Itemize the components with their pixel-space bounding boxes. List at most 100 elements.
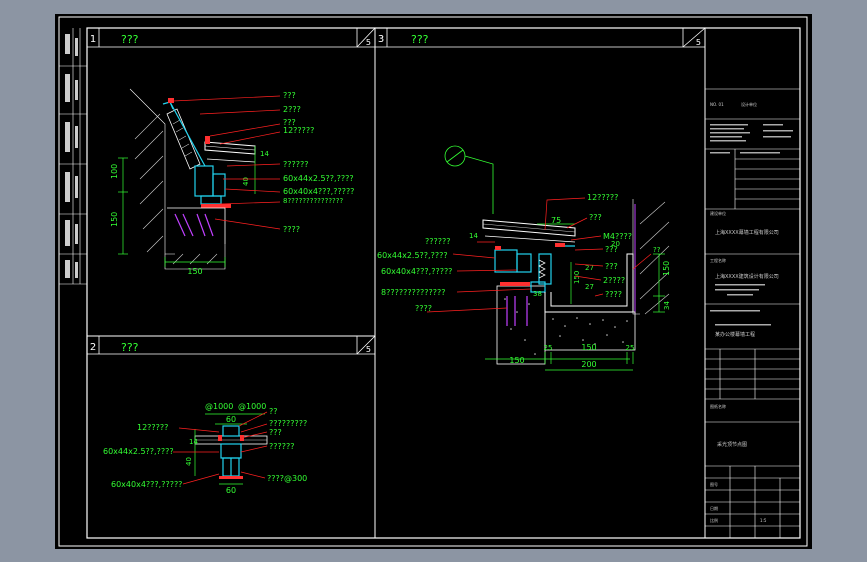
- d3-callout-r8: ??: [653, 246, 661, 254]
- d3-dim-top: 75: [551, 216, 561, 225]
- d2-callout-l3: 60x40x4???,?????: [111, 480, 182, 489]
- d1-callout-8: 8???????????????: [283, 197, 343, 205]
- d3-dim-h2: 150: [662, 261, 671, 276]
- d2-dim-top: 60: [226, 415, 236, 424]
- detail-3-anchors: [506, 296, 528, 326]
- tb-cell-owner-label: 建设单位: [710, 210, 726, 216]
- tb-cell-drawing-label: 图纸名称: [710, 403, 726, 409]
- d2-dim-gap: 14: [189, 438, 198, 446]
- panel-1-sheet-mark: 5: [366, 38, 371, 47]
- tb-cell-no: NO. 01: [710, 102, 724, 107]
- detail-1-sloped-panel: [166, 108, 201, 170]
- tb-cell-scale-label: 比例: [710, 517, 718, 523]
- d1-callout-4: 12?????: [283, 126, 314, 135]
- d3-callout-l1: ??????: [425, 237, 450, 246]
- tb-cell-drawing-name: 采光顶节点图: [717, 441, 747, 448]
- d3-dim-v: 150: [573, 271, 581, 284]
- d3-dim-gap: 14: [469, 232, 478, 240]
- d3-dim-w1: 150: [509, 356, 524, 365]
- tb-cell-date-label: 日期: [710, 505, 718, 511]
- d2-dim-depth: 40: [185, 457, 193, 466]
- detail-3-glass: [482, 219, 576, 243]
- detail-3-wall: [632, 199, 670, 315]
- panel-1-header: 1 ??? 5: [87, 27, 376, 48]
- detail-1-glass: [204, 141, 256, 163]
- titleblock: [705, 88, 800, 538]
- tb-cell-design-label: 设计单位: [741, 101, 757, 107]
- detail-1-profile: [162, 101, 226, 205]
- panel-3-header: 3 ??? 5: [375, 27, 706, 48]
- d2-dim-bottom: 60: [226, 486, 236, 495]
- d3-dim-b: 38: [533, 290, 542, 298]
- d3-dim-c: 27: [585, 283, 594, 291]
- detail-3: 75 14 27 38 27 20 150 34 150 25 150 25 2…: [377, 145, 671, 371]
- d3-dim-w4: 25: [626, 344, 635, 352]
- d3-callout-r3: M4????: [603, 232, 632, 241]
- d2-callout-r5: ????@300: [267, 474, 307, 483]
- d2-callout-l1: 12?????: [137, 423, 168, 432]
- d3-callout-l4: 8??????????????: [381, 288, 446, 297]
- d1-dim-100: 100: [110, 164, 119, 179]
- panel-2-sheet-mark: 5: [366, 345, 371, 354]
- d3-callout-r1: 12?????: [587, 193, 618, 202]
- left-strip-text: [65, 34, 78, 278]
- d3-callout-r6: 2????: [603, 276, 625, 285]
- d3-dim-w3: 150: [581, 343, 596, 352]
- d3-callout-l3: 60x40x4???,?????: [381, 267, 452, 276]
- d3-callout-l2: 60x44x2.5??,????: [377, 251, 448, 260]
- panel-3-number: 3: [378, 34, 384, 45]
- d3-dim-total: 200: [581, 360, 596, 369]
- tb-cell-scale-value: 1:5: [760, 518, 767, 523]
- drawing-sheet: 1 ??? 5 2 ??? 5 3 ??? 5 100 150 150 14 4…: [55, 14, 812, 549]
- d1-dim-depth: 40: [242, 177, 250, 186]
- d3-callout-r2: ???: [589, 213, 602, 222]
- detail-1: 100 150 150 14 40 ??? 2??? ??? 12????? ?…: [110, 88, 354, 276]
- d3-section-symbol: [444, 145, 494, 214]
- tb-cell-project-label: 工程名称: [710, 257, 726, 263]
- tb-cell-number-label: 图号: [710, 481, 718, 487]
- d1-callout-7: 60x40x4???,?????: [283, 187, 354, 196]
- d1-callout-1: ???: [283, 91, 296, 100]
- d2-callout-r3: ???: [269, 428, 282, 437]
- tb-cell-company-1: 上海XXXX幕墙工程有限公司: [715, 229, 779, 236]
- d3-callout-l5: ????: [415, 304, 432, 313]
- d1-dim-150: 150: [110, 212, 119, 227]
- outer-border: [58, 16, 808, 547]
- d2-callout-r1: ??: [269, 407, 278, 416]
- d2-spacing-1: @1000: [205, 402, 233, 411]
- detail-2: 60 60 14 40 @1000 @1000 ?? ????????? ???…: [103, 402, 307, 495]
- panel-1-title: ???: [121, 33, 139, 46]
- d1-callout-6: 60x44x2.5??,????: [283, 174, 354, 183]
- tb-cell-company-2: 上海XXXX建筑设计有限公司: [715, 273, 779, 280]
- panel-3-title: ???: [411, 33, 429, 46]
- panel-2-number: 2: [90, 342, 96, 353]
- d2-spacing-2: @1000: [238, 402, 266, 411]
- detail-1-dimensions: [118, 146, 256, 267]
- detail-2-profile: [220, 425, 242, 477]
- d3-dim-h3: 34: [663, 301, 671, 310]
- d1-callout-2: 2???: [283, 105, 301, 114]
- panel-3-sheet-mark: 5: [696, 38, 701, 47]
- d1-callout-9: ????: [283, 225, 300, 234]
- detail-2-glass: [194, 435, 268, 445]
- d2-callout-r4: ??????: [269, 442, 294, 451]
- left-strip: [59, 28, 87, 285]
- detail-1-leaders: [172, 95, 281, 230]
- d2-callout-l2: 60x44x2.5??,????: [103, 447, 174, 456]
- detail-2-leaders: [173, 411, 268, 485]
- d1-dim-width: 150: [187, 267, 202, 276]
- panel-2-header: 2 ??? 5: [87, 335, 376, 355]
- d1-dim-gap: 14: [260, 150, 269, 158]
- d3-callout-r7: ????: [605, 290, 622, 299]
- d2-callout-r2: ?????????: [269, 419, 307, 428]
- cad-drawing: 1 ??? 5 2 ??? 5 3 ??? 5 100 150 150 14 4…: [58, 16, 808, 547]
- inner-border: [86, 27, 801, 539]
- d3-insulation: [538, 259, 546, 279]
- d3-callout-r5: ???: [605, 262, 618, 271]
- tb-cell-project-name: 某办公楼幕墙工程: [715, 331, 755, 338]
- titleblock-text: NO. 01 设计单位 建设单位 上海XXXX幕墙工程有限公司 工程名称 上海X…: [710, 101, 793, 523]
- d1-callout-5: ??????: [283, 160, 308, 169]
- panel-2-title: ???: [121, 341, 139, 354]
- panel-1-number: 1: [90, 34, 96, 45]
- d3-callout-r4: ???: [605, 245, 618, 254]
